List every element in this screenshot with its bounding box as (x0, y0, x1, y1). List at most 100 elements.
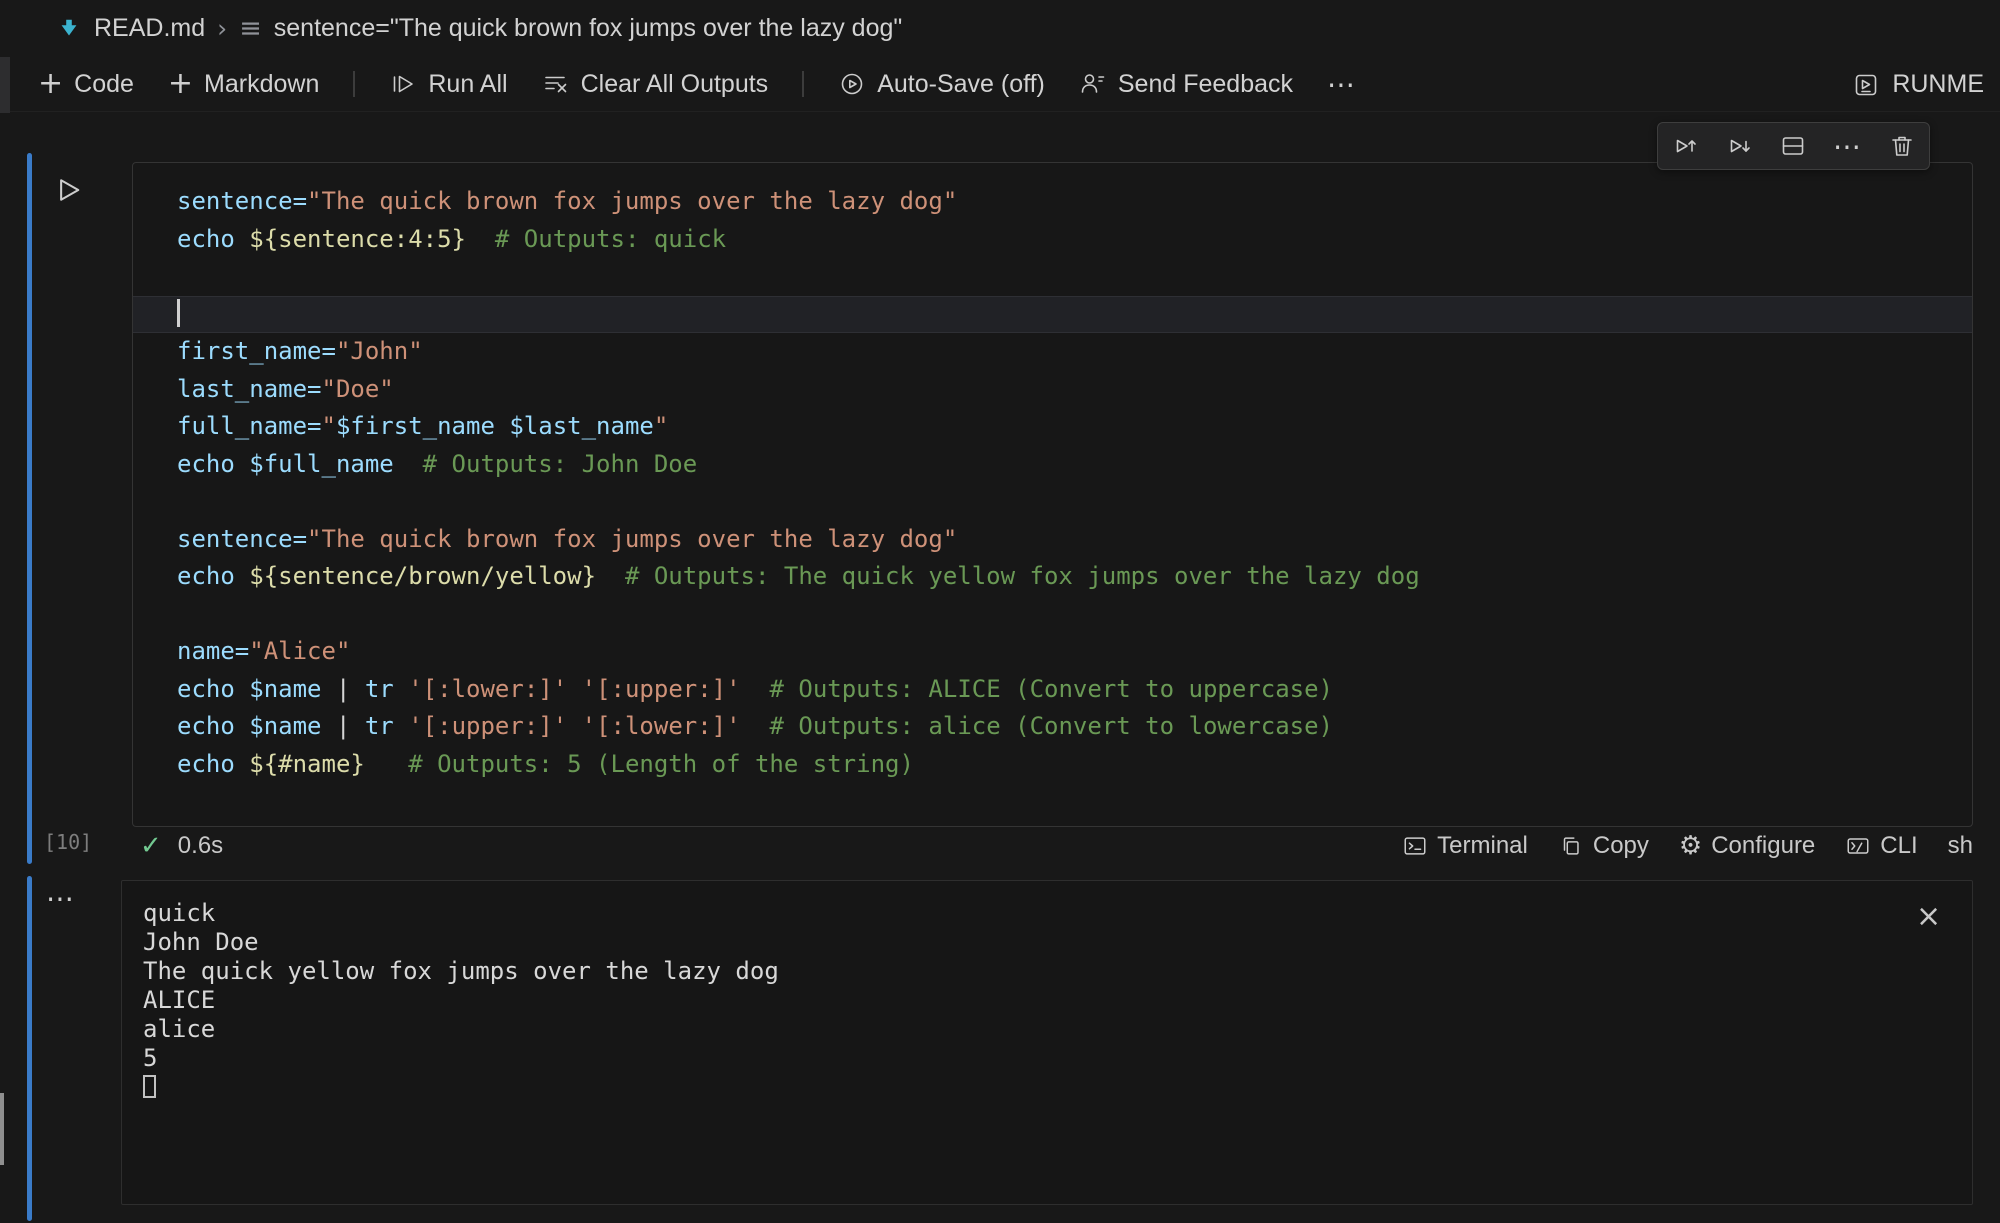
cell-more-actions-icon[interactable]: ⋯ (1833, 130, 1862, 163)
language-indicator[interactable]: sh (1948, 832, 1973, 860)
execute-below-icon[interactable] (1725, 132, 1753, 160)
auto-save-label: Auto-Save (off) (877, 70, 1045, 99)
code-token: "The quick brown fox jumps over the lazy… (307, 187, 957, 215)
code-token: '[:lower:]' (408, 675, 567, 703)
run-all-icon (389, 70, 417, 98)
left-scrollbar-sliver[interactable] (0, 1093, 4, 1165)
configure-button[interactable]: ⚙ Configure (1679, 831, 1815, 861)
code-token (394, 450, 423, 478)
cell-status-bar: ✓ 0.6s Terminal Copy ⚙ Configure CLI sh (132, 827, 1973, 865)
code-token: tr (365, 675, 408, 703)
code-token (365, 750, 408, 778)
breadcrumb-file[interactable]: READ.md (94, 14, 205, 43)
code-token: $last_name (509, 412, 654, 440)
code-line[interactable]: echo ${sentence:4:5} # Outputs: quick (133, 221, 1972, 259)
code-line[interactable]: sentence="The quick brown fox jumps over… (133, 521, 1972, 559)
copy-button[interactable]: Copy (1558, 832, 1649, 860)
code-token: ${#name} (249, 750, 365, 778)
code-token: name= (177, 637, 249, 665)
code-token (741, 675, 770, 703)
code-token: $full_name (249, 450, 394, 478)
code-token: | (322, 712, 365, 740)
code-token: $name (249, 712, 321, 740)
code-line[interactable] (133, 258, 1972, 296)
output-line: ALICE (143, 986, 1972, 1015)
code-line[interactable]: echo ${sentence/brown/yellow} # Outputs:… (133, 558, 1972, 596)
terminal-button[interactable]: Terminal (1402, 832, 1528, 860)
code-token: " (654, 412, 668, 440)
run-cell-button[interactable] (50, 172, 86, 208)
add-markdown-cell-button[interactable]: + Markdown (168, 70, 319, 99)
cell-status-left: ✓ 0.6s (132, 831, 223, 861)
code-line[interactable]: echo $name | tr '[:upper:]' '[:lower:]' … (133, 708, 1972, 746)
code-token: echo (177, 225, 249, 253)
output-line: alice (143, 1015, 1972, 1044)
cell-code-editor[interactable]: sentence="The quick brown fox jumps over… (132, 162, 1973, 827)
code-token: echo (177, 712, 249, 740)
code-token: echo (177, 675, 249, 703)
code-line[interactable] (133, 483, 1972, 521)
feedback-person-icon (1079, 70, 1107, 98)
code-line[interactable]: name="Alice" (133, 633, 1972, 671)
code-line[interactable]: echo $full_name # Outputs: John Doe (133, 446, 1972, 484)
code-token: tr (365, 712, 408, 740)
terminal-icon (1402, 833, 1428, 859)
execution-order-label: [10] (44, 830, 92, 854)
code-token: " (322, 412, 336, 440)
code-token (596, 562, 625, 590)
code-token (466, 225, 495, 253)
code-line[interactable] (133, 596, 1972, 634)
code-token: last_name= (177, 375, 322, 403)
run-all-button[interactable]: Run All (389, 70, 507, 99)
code-token: # Outputs: 5 (Length of the string) (408, 750, 914, 778)
runme-brand-icon (1852, 71, 1880, 99)
code-token: echo (177, 450, 249, 478)
cell-toolbar: ⋯ (1657, 122, 1930, 170)
code-line[interactable]: sentence="The quick brown fox jumps over… (133, 183, 1972, 221)
breadcrumb-entry[interactable]: sentence="The quick brown fox jumps over… (274, 14, 903, 43)
code-token (567, 712, 581, 740)
send-feedback-button[interactable]: Send Feedback (1079, 70, 1293, 99)
run-all-label: Run All (428, 70, 507, 99)
clear-all-outputs-button[interactable]: Clear All Outputs (542, 70, 769, 99)
output-line: quick (143, 899, 1972, 928)
toolbar-more-icon[interactable]: ⋯ (1327, 68, 1356, 101)
copy-icon (1558, 833, 1584, 859)
cli-icon (1845, 833, 1871, 859)
code-token: ${sentence/brown/yellow} (249, 562, 596, 590)
close-output-icon[interactable]: × (1916, 902, 1941, 932)
trash-icon[interactable] (1888, 132, 1916, 160)
code-line[interactable]: first_name="John" (133, 333, 1972, 371)
code-line[interactable]: echo ${#name} # Outputs: 5 (Length of th… (133, 746, 1972, 784)
text-cursor (177, 299, 180, 327)
runme-brand-button[interactable]: RUNME (1852, 57, 1984, 112)
code-line[interactable] (133, 296, 1972, 334)
left-edge-highlight (0, 57, 10, 113)
runme-brand-label: RUNME (1892, 70, 1984, 99)
code-line[interactable]: last_name="Doe" (133, 371, 1972, 409)
output-line: 5 (143, 1044, 1972, 1073)
cli-button[interactable]: CLI (1845, 832, 1917, 860)
cli-label: CLI (1880, 832, 1917, 860)
auto-save-toggle[interactable]: Auto-Save (off) (838, 70, 1045, 99)
cell-focus-bar (27, 153, 32, 864)
add-code-cell-button[interactable]: + Code (38, 70, 134, 99)
code-token: full_name= (177, 412, 322, 440)
success-check-icon: ✓ (140, 831, 162, 861)
code-line[interactable]: full_name="$first_name $last_name" (133, 408, 1972, 446)
terminal-block-cursor (143, 1075, 156, 1098)
code-token: # Outputs: The quick yellow fox jumps ov… (625, 562, 1420, 590)
code-token: # Outputs: alice (Convert to lowercase) (769, 712, 1333, 740)
add-markdown-cell-label: Markdown (204, 70, 319, 99)
code-line[interactable]: echo $name | tr '[:lower:]' '[:upper:]' … (133, 671, 1972, 709)
code-token: '[:upper:]' (582, 675, 741, 703)
code-token: "Alice" (249, 637, 350, 665)
code-token: # Outputs: John Doe (423, 450, 698, 478)
breadcrumb: READ.md › ≡ sentence="The quick brown fo… (0, 0, 2000, 57)
runme-logo-icon (56, 16, 82, 42)
code-token (741, 712, 770, 740)
execute-above-icon[interactable] (1671, 132, 1699, 160)
plus-icon: + (38, 71, 63, 97)
output-more-icon[interactable]: ⋯ (46, 882, 75, 915)
split-cell-icon[interactable] (1779, 132, 1807, 160)
